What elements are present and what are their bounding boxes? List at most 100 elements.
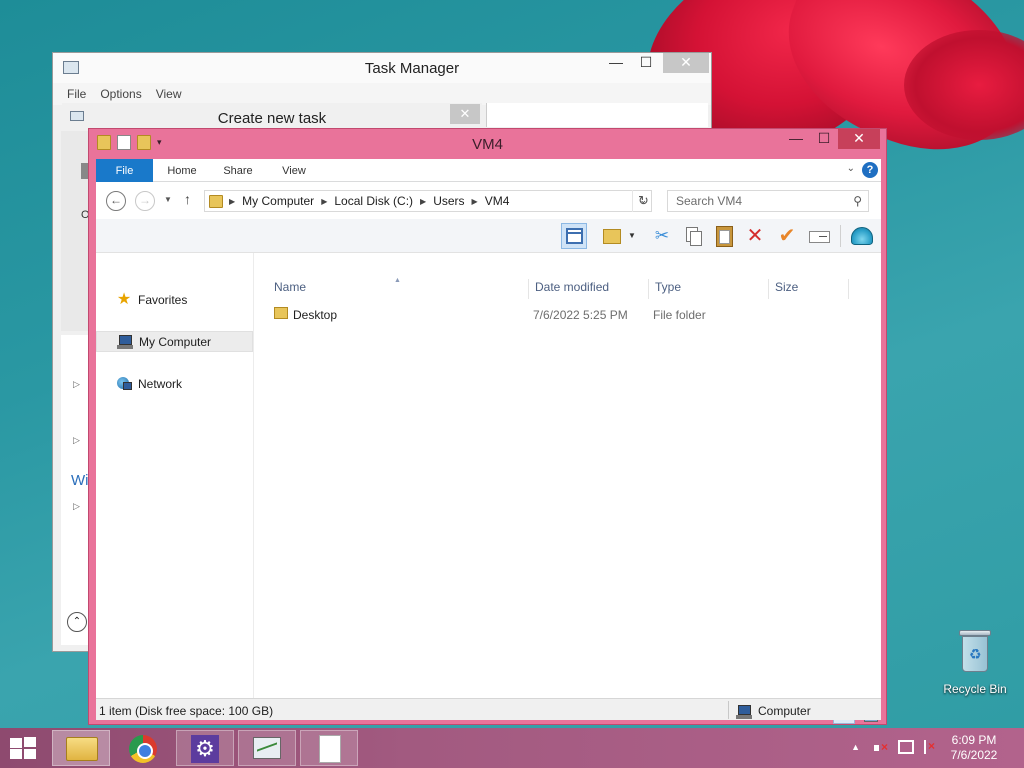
- explorer-window[interactable]: ▾ VM4 — ☐ ✕ File Home Share View ⌄ ? ← →…: [88, 128, 887, 725]
- taskbar-task-manager[interactable]: [238, 730, 296, 766]
- disk-free-status: 1 item (Disk free space: 100 GB): [99, 704, 274, 718]
- tab-view[interactable]: View: [268, 159, 320, 182]
- file-type: File folder: [653, 308, 706, 322]
- menu-view[interactable]: View: [156, 87, 182, 101]
- taskbar-chrome[interactable]: [114, 730, 172, 766]
- document-icon: [319, 735, 341, 763]
- address-row: ← → ▼ ↑ ▶ My Computer ▶ Local Disk (C:) …: [96, 183, 881, 219]
- maximize-button[interactable]: ☐: [631, 53, 661, 73]
- clock[interactable]: 6:09 PM 7/6/2022: [944, 733, 1004, 763]
- delete-button[interactable]: ✕: [742, 223, 768, 249]
- expand-chevron-icon[interactable]: ▷: [73, 435, 80, 446]
- paste-button[interactable]: [711, 223, 737, 249]
- address-bar[interactable]: ▶ My Computer ▶ Local Disk (C:) ▶ Users …: [204, 190, 652, 212]
- explorer-title: VM4: [472, 136, 503, 153]
- table-row[interactable]: Desktop 7/6/2022 5:25 PM File folder: [272, 301, 872, 323]
- new-folder-button[interactable]: [599, 223, 625, 249]
- expand-chevron-icon[interactable]: ▷: [73, 379, 80, 390]
- copy-button[interactable]: [680, 223, 706, 249]
- expand-chevron-icon[interactable]: ▷: [73, 501, 80, 512]
- help-icon[interactable]: ?: [862, 162, 878, 178]
- forward-button[interactable]: →: [135, 191, 155, 211]
- cut-button[interactable]: ✂: [649, 223, 675, 249]
- nav-item-label: Favorites: [138, 292, 188, 307]
- back-button[interactable]: ←: [106, 191, 126, 211]
- breadcrumb-users[interactable]: Users: [433, 194, 464, 208]
- new-folder-dropdown-icon[interactable]: ▼: [626, 223, 638, 249]
- expand-ribbon-icon[interactable]: ⌄: [847, 163, 855, 174]
- layout-button[interactable]: [561, 223, 587, 249]
- column-header-row: ▲ Name Date modified Type Size: [254, 253, 881, 299]
- volume-muted-icon[interactable]: [874, 740, 890, 756]
- breadcrumb-chevron-icon[interactable]: ▶: [420, 197, 426, 206]
- breadcrumb-chevron-icon[interactable]: ▶: [472, 197, 478, 206]
- network-icon[interactable]: [898, 740, 914, 754]
- copy-icon: [690, 231, 702, 246]
- task-manager-panel: [486, 103, 708, 127]
- breadcrumb-chevron-icon[interactable]: ▶: [321, 197, 327, 206]
- breadcrumb-local-disk[interactable]: Local Disk (C:): [334, 194, 413, 208]
- nav-item-my-computer[interactable]: My Computer: [96, 331, 253, 352]
- nav-item-label: Network: [138, 376, 183, 391]
- section-heading-partial: Wi: [71, 472, 89, 489]
- file-list[interactable]: ▲ Name Date modified Type Size Desktop 7…: [254, 253, 881, 698]
- up-button[interactable]: ↑: [184, 191, 191, 207]
- network-icon: [116, 376, 132, 392]
- breadcrumb-chevron-icon[interactable]: ▶: [229, 197, 235, 206]
- taskbar-settings[interactable]: ⚙: [176, 730, 234, 766]
- create-new-task-dialog[interactable]: Create new task ✕: [62, 103, 482, 127]
- search-placeholder: Search VM4: [676, 194, 743, 208]
- column-size[interactable]: Size: [775, 280, 798, 294]
- select-button[interactable]: ✔: [774, 223, 800, 249]
- task-manager-left-strip: O: [61, 131, 90, 331]
- fewer-details-icon[interactable]: ⌃: [67, 612, 87, 632]
- refresh-button[interactable]: ↻: [632, 190, 654, 212]
- close-button[interactable]: ✕: [838, 129, 880, 149]
- recycle-bin-icon: [959, 630, 991, 674]
- task-manager-titlebar[interactable]: Task Manager — ☐ ✕: [53, 53, 711, 83]
- explorer-client: File Home Share View ⌄ ? ← → ▼ ↑ ▶ My Co…: [96, 159, 881, 724]
- dialog-close-button[interactable]: ✕: [450, 104, 480, 124]
- breadcrumb-my-computer[interactable]: My Computer: [242, 194, 314, 208]
- clock-time: 6:09 PM: [951, 733, 997, 747]
- nav-item-network[interactable]: Network: [96, 373, 253, 394]
- file-name[interactable]: Desktop: [293, 308, 337, 322]
- close-button[interactable]: ✕: [663, 53, 709, 73]
- tab-file[interactable]: File: [96, 159, 153, 182]
- shell-icon: [851, 227, 873, 245]
- dialog-title: Create new task: [217, 110, 327, 127]
- folder-icon: [274, 307, 288, 319]
- recycle-bin-label: Recycle Bin: [943, 682, 1007, 696]
- recent-locations-icon[interactable]: ▼: [164, 195, 172, 204]
- checkmark-icon: ✔: [778, 225, 796, 247]
- action-center-flag-icon[interactable]: [924, 739, 938, 754]
- breadcrumb-vm4[interactable]: VM4: [485, 194, 510, 208]
- column-date-modified[interactable]: Date modified: [535, 280, 609, 294]
- start-button[interactable]: [10, 737, 38, 759]
- nav-item-favorites[interactable]: ★ Favorites: [96, 289, 253, 310]
- tab-home[interactable]: Home: [156, 159, 208, 182]
- taskbar-notepad[interactable]: [300, 730, 358, 766]
- tab-share[interactable]: Share: [212, 159, 264, 182]
- show-hidden-icons-icon[interactable]: ▲: [851, 742, 860, 752]
- column-name[interactable]: Name: [274, 280, 306, 294]
- clock-date: 7/6/2022: [950, 748, 998, 762]
- minimize-button[interactable]: —: [782, 129, 810, 149]
- taskbar-file-explorer[interactable]: [52, 730, 110, 766]
- menu-file[interactable]: File: [67, 87, 86, 101]
- shell-button[interactable]: [848, 223, 874, 249]
- computer-icon: [736, 704, 752, 719]
- search-icon[interactable]: ⚲: [853, 191, 862, 211]
- zone-status: Computer: [736, 704, 811, 719]
- search-input[interactable]: Search VM4 ⚲: [667, 190, 869, 212]
- column-type[interactable]: Type: [655, 280, 681, 294]
- minimize-button[interactable]: —: [601, 53, 631, 73]
- toolbar-divider: [840, 225, 841, 247]
- explorer-titlebar[interactable]: ▾ VM4 — ☐ ✕: [89, 129, 886, 159]
- menu-options[interactable]: Options: [100, 87, 141, 101]
- computer-icon: [117, 334, 133, 350]
- ribbon-tabs: File Home Share View ⌄ ?: [96, 159, 881, 182]
- recycle-bin[interactable]: Recycle Bin: [940, 630, 1010, 696]
- properties-button[interactable]: [806, 223, 832, 249]
- maximize-button[interactable]: ☐: [810, 129, 838, 149]
